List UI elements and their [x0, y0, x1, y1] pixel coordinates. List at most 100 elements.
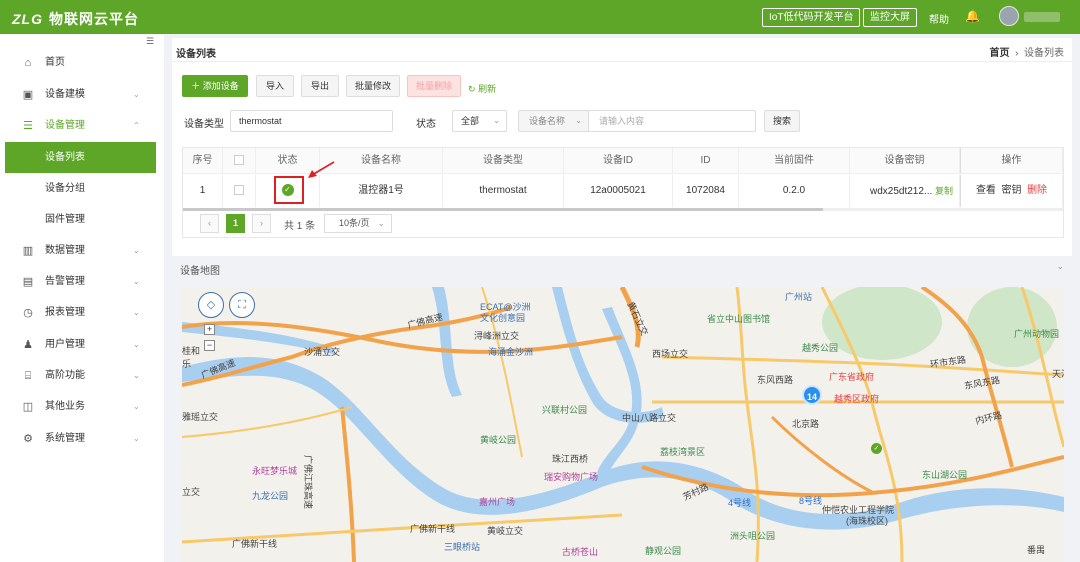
select-all-checkbox[interactable]	[234, 155, 244, 166]
alarm-icon: ▤	[22, 276, 34, 288]
copy-key-link[interactable]: 复制	[935, 186, 953, 196]
map-base	[182, 287, 1064, 562]
chevron-up-icon: ⌃	[133, 121, 140, 130]
select-all-checkbox-cell	[223, 148, 256, 174]
clock-icon: ◷	[23, 307, 33, 319]
bar-chart-icon: ▥	[22, 245, 34, 257]
avatar[interactable]	[999, 6, 1019, 26]
pan-control-icon[interactable]: ◇	[198, 292, 224, 318]
chevron-down-icon: ⌄	[133, 434, 140, 443]
username-blurred[interactable]	[1024, 12, 1060, 22]
chevron-down-icon: ⌄	[133, 402, 140, 411]
chevron-down-icon: ⌄	[133, 246, 140, 255]
chevron-down-icon: ⌄	[133, 371, 140, 380]
breadcrumb-current: 设备列表	[1024, 48, 1064, 59]
sidebar-item-user-management[interactable]: ♟ 用户管理 ⌄	[0, 330, 164, 360]
batch-delete-button[interactable]: 批量删除	[407, 75, 461, 97]
page-1-button[interactable]: 1	[226, 214, 245, 233]
col-device-id: 设备ID	[564, 148, 673, 174]
device-cluster-marker[interactable]: 14	[802, 385, 822, 405]
model-icon: ▣	[22, 89, 34, 101]
zoom-out-button[interactable]: −	[204, 340, 215, 351]
device-location-pin-icon[interactable]: ✓	[871, 443, 882, 454]
device-list-panel: 设备列表 首页 › 设备列表 ＋ 添加设备 导入 导出 批量修改 批量删除 ↻ …	[172, 38, 1072, 256]
device-type-input[interactable]: thermostat	[230, 110, 393, 132]
device-management-icon: ☰	[23, 120, 33, 132]
prev-page-button[interactable]: ‹	[200, 214, 219, 233]
horizontal-scrollbar[interactable]	[183, 208, 1063, 211]
scrollbar-thumb[interactable]	[183, 208, 823, 211]
map-layer-icon[interactable]: ⛶	[229, 292, 255, 318]
sidebar-item-report-management[interactable]: ◷ 报表管理 ⌄	[0, 298, 164, 328]
device-type-label: 设备类型	[184, 119, 224, 130]
search-button[interactable]: 搜索	[764, 110, 800, 132]
status-label: 状态	[416, 119, 436, 130]
refresh-icon: ↻	[468, 84, 476, 94]
zoom-in-button[interactable]: +	[204, 324, 215, 335]
sidebar-item-system-management[interactable]: ⚙ 系统管理 ⌄	[0, 424, 164, 454]
refresh-button[interactable]: ↻ 刷新	[468, 82, 496, 95]
page-size-select[interactable]: 10条/页 ⌄	[324, 214, 392, 233]
sidebar-sub-device-list[interactable]: 设备列表	[5, 142, 156, 173]
search-input[interactable]: 请输入内容	[588, 110, 756, 132]
col-type: 设备类型	[443, 148, 564, 174]
chevron-down-icon[interactable]: ⌄	[1056, 261, 1064, 272]
field-select[interactable]: 设备名称 ⌄	[518, 110, 589, 132]
breadcrumb-home[interactable]: 首页	[990, 48, 1010, 59]
batch-edit-button[interactable]: 批量修改	[346, 75, 400, 97]
chevron-down-icon: ⌄	[493, 116, 500, 125]
home-icon: ⌂	[24, 57, 32, 69]
col-name: 设备名称	[320, 148, 443, 174]
business-icon: ◫	[22, 401, 34, 413]
annotation-arrow-icon	[308, 161, 335, 178]
chevron-down-icon: ⌄	[575, 116, 582, 125]
view-link[interactable]: 查看	[976, 185, 996, 196]
chevron-down-icon: ⌄	[377, 218, 385, 228]
breadcrumb: 首页 › 设备列表	[989, 48, 1064, 59]
top-bar: ZLG 物联网云平台 IoT低代码开发平台 监控大屏 帮助 🔔	[0, 0, 1080, 34]
chevron-down-icon: ⌄	[133, 277, 140, 286]
user-icon: ♟	[23, 339, 33, 351]
chevron-down-icon: ⌄	[133, 90, 140, 99]
advanced-icon: ⌸	[24, 370, 32, 382]
export-button[interactable]: 导出	[301, 75, 339, 97]
map-section-header[interactable]: 设备地图 ⌄	[172, 257, 1072, 279]
next-page-button[interactable]: ›	[252, 214, 271, 233]
col-actions: 操作	[960, 148, 1063, 174]
total-count: 共 1 条	[284, 221, 316, 232]
monitor-screen-button[interactable]: 监控大屏	[863, 8, 917, 27]
collapse-sidebar-icon[interactable]: ☰	[146, 36, 154, 47]
sidebar: ☰ ⌂ 首页 ▣ 设备建模 ⌄ ☰ 设备管理 ⌃ 设备列表 设备分组 固件管理 ▥ 数据管理…	[0, 34, 164, 562]
map-section-title: 设备地图	[180, 266, 220, 277]
col-key: 设备密钥	[850, 148, 960, 174]
sidebar-item-home[interactable]: ⌂ 首页	[0, 48, 164, 78]
delete-link[interactable]: 删除	[1027, 185, 1047, 196]
sidebar-item-alarm-management[interactable]: ▤ 告警管理 ⌄	[0, 267, 164, 297]
sidebar-item-data-management[interactable]: ▥ 数据管理 ⌄	[0, 236, 164, 266]
col-firmware: 当前固件	[739, 148, 850, 174]
bell-icon[interactable]: 🔔	[965, 9, 980, 23]
sidebar-item-other-business[interactable]: ◫ 其他业务 ⌄	[0, 392, 164, 422]
sidebar-item-advanced[interactable]: ⌸ 高阶功能 ⌄	[0, 361, 164, 391]
sidebar-item-device-modeling[interactable]: ▣ 设备建模 ⌄	[0, 80, 164, 110]
status-select[interactable]: 全部 ⌄	[452, 110, 507, 132]
add-device-button[interactable]: ＋ 添加设备	[182, 75, 248, 97]
sidebar-item-device-management[interactable]: ☰ 设备管理 ⌃	[0, 111, 164, 141]
chevron-down-icon: ⌄	[133, 308, 140, 317]
sidebar-sub-firmware[interactable]: 固件管理	[5, 204, 156, 235]
col-index[interactable]: 序号	[183, 148, 223, 174]
device-map[interactable]: ◇ ⛶ + − ECAT@沙洲 文化创意园 广佛高速 浔峰洲立交 沙涌立交 海涌…	[182, 287, 1064, 562]
import-button[interactable]: 导入	[256, 75, 294, 97]
col-id: ID	[673, 148, 739, 174]
iot-lowcode-button[interactable]: IoT低代码开发平台	[762, 8, 861, 27]
status-highlight-box	[274, 176, 304, 204]
sidebar-sub-device-group[interactable]: 设备分组	[5, 173, 156, 204]
chevron-down-icon: ⌄	[133, 340, 140, 349]
page-title: 设备列表	[176, 49, 216, 60]
help-link[interactable]: 帮助	[929, 11, 949, 26]
logo: ZLG 物联网云平台	[12, 11, 139, 27]
row-checkbox[interactable]	[234, 185, 244, 196]
breadcrumb-bar: 设备列表 首页 › 设备列表	[172, 38, 1072, 62]
gear-icon: ⚙	[23, 433, 33, 445]
secret-link[interactable]: 密钥	[1002, 185, 1022, 196]
